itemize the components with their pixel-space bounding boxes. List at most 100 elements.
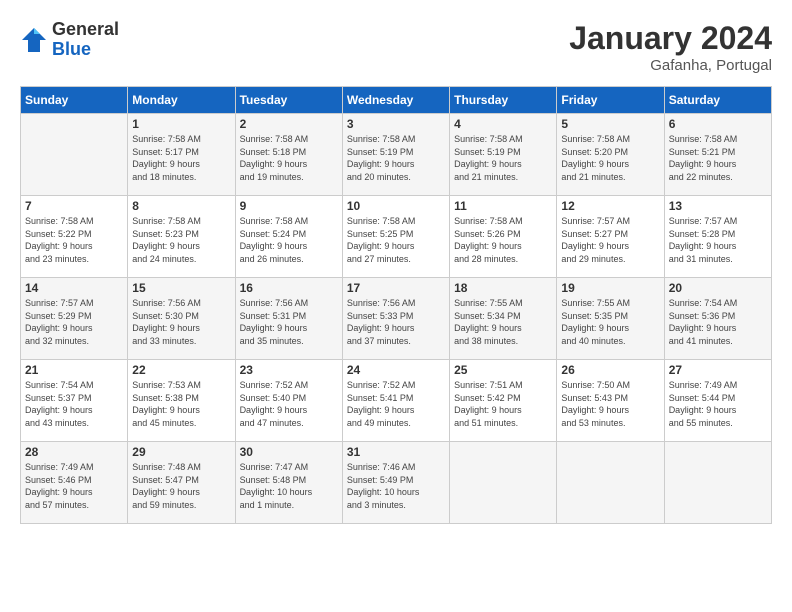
day-cell: 2 Sunrise: 7:58 AM Sunset: 5:18 PM Daylig… — [235, 114, 342, 196]
day-info: Sunrise: 7:56 AM Sunset: 5:30 PM Dayligh… — [132, 297, 230, 347]
calendar-body: 1Sunrise: 7:58 AM Sunset: 5:17 PM Daylig… — [21, 114, 772, 524]
location: Gafanha, Portugal — [569, 57, 772, 74]
col-tuesday: Tuesday — [235, 87, 342, 114]
day-cell: 1Sunrise: 7:58 AM Sunset: 5:17 PM Daylig… — [128, 114, 235, 196]
day-cell: 29Sunrise: 7:48 AM Sunset: 5:47 PM Dayli… — [128, 442, 235, 524]
day-number: 22 — [132, 363, 230, 377]
day-cell: 21 Sunrise: 7:54 AM Sunset: 5:37 PM Dayli… — [21, 360, 128, 442]
day-cell: 15 Sunrise: 7:56 AM Sunset: 5:30 PM Dayli… — [128, 278, 235, 360]
header: General Blue January 2024 Gafanha, Portu… — [20, 20, 772, 74]
day-cell: 18Sunrise: 7:55 AM Sunset: 5:34 PM Dayli… — [450, 278, 557, 360]
day-number: 26 — [561, 363, 659, 377]
col-thursday: Thursday — [450, 87, 557, 114]
day-number: 28 — [25, 445, 123, 459]
logo-blue-text: Blue — [52, 40, 119, 60]
day-info: Sunrise: 7:58 AM Sunset: 5:19 PM Dayligh… — [347, 133, 445, 183]
col-monday: Monday — [128, 87, 235, 114]
day-cell: 5 Sunrise: 7:58 AM Sunset: 5:20 PM Daylig… — [557, 114, 664, 196]
day-info: Sunrise: 7:54 AM Sunset: 5:37 PM Dayligh… — [25, 379, 123, 429]
day-info: Sunrise: 7:53 AM Sunset: 5:38 PM Dayligh… — [132, 379, 230, 429]
day-number: 1 — [132, 117, 230, 131]
day-info: Sunrise: 7:58 AM Sunset: 5:19 PM Dayligh… — [454, 133, 552, 183]
day-number: 11 — [454, 199, 552, 213]
day-info: Sunrise: 7:58 AM Sunset: 5:23 PM Dayligh… — [132, 215, 230, 265]
day-cell: 22 Sunrise: 7:53 AM Sunset: 5:38 PM Dayli… — [128, 360, 235, 442]
day-number: 12 — [561, 199, 659, 213]
day-cell: 27 Sunrise: 7:49 AM Sunset: 5:44 PM Dayli… — [664, 360, 771, 442]
day-cell: 9 Sunrise: 7:58 AM Sunset: 5:24 PM Daylig… — [235, 196, 342, 278]
day-info: Sunrise: 7:58 AM Sunset: 5:25 PM Dayligh… — [347, 215, 445, 265]
day-info: Sunrise: 7:50 AM Sunset: 5:43 PM Dayligh… — [561, 379, 659, 429]
day-number: 23 — [240, 363, 338, 377]
day-cell: 30Sunrise: 7:47 AM Sunset: 5:48 PM Dayli… — [235, 442, 342, 524]
day-cell — [664, 442, 771, 524]
day-number: 15 — [132, 281, 230, 295]
day-cell: 31 Sunrise: 7:46 AM Sunset: 5:49 PM Dayli… — [342, 442, 449, 524]
week-row-3: 14 Sunrise: 7:57 AM Sunset: 5:29 PM Dayli… — [21, 278, 772, 360]
day-cell: 25 Sunrise: 7:51 AM Sunset: 5:42 PM Dayli… — [450, 360, 557, 442]
day-number: 29 — [132, 445, 230, 459]
day-info: Sunrise: 7:57 AM Sunset: 5:28 PM Dayligh… — [669, 215, 767, 265]
day-info: Sunrise: 7:47 AM Sunset: 5:48 PM Dayligh… — [240, 461, 338, 511]
calendar-header: Sunday Monday Tuesday Wednesday Thursday… — [21, 87, 772, 114]
col-friday: Friday — [557, 87, 664, 114]
day-info: Sunrise: 7:58 AM Sunset: 5:18 PM Dayligh… — [240, 133, 338, 183]
day-info: Sunrise: 7:58 AM Sunset: 5:24 PM Dayligh… — [240, 215, 338, 265]
day-cell: 14 Sunrise: 7:57 AM Sunset: 5:29 PM Dayli… — [21, 278, 128, 360]
day-info: Sunrise: 7:46 AM Sunset: 5:49 PM Dayligh… — [347, 461, 445, 511]
day-number: 13 — [669, 199, 767, 213]
day-info: Sunrise: 7:52 AM Sunset: 5:40 PM Dayligh… — [240, 379, 338, 429]
day-number: 27 — [669, 363, 767, 377]
month-title: January 2024 — [569, 20, 772, 57]
day-number: 7 — [25, 199, 123, 213]
day-number: 25 — [454, 363, 552, 377]
day-cell: 26 Sunrise: 7:50 AM Sunset: 5:43 PM Dayli… — [557, 360, 664, 442]
day-cell: 11 Sunrise: 7:58 AM Sunset: 5:26 PM Dayli… — [450, 196, 557, 278]
calendar-table: Sunday Monday Tuesday Wednesday Thursday… — [20, 86, 772, 524]
day-info: Sunrise: 7:56 AM Sunset: 5:31 PM Dayligh… — [240, 297, 338, 347]
page: General Blue January 2024 Gafanha, Portu… — [0, 0, 792, 612]
day-info: Sunrise: 7:58 AM Sunset: 5:26 PM Dayligh… — [454, 215, 552, 265]
logo-general-text: General — [52, 20, 119, 40]
day-cell: 13 Sunrise: 7:57 AM Sunset: 5:28 PM Dayli… — [664, 196, 771, 278]
col-wednesday: Wednesday — [342, 87, 449, 114]
day-cell: 28 Sunrise: 7:49 AM Sunset: 5:46 PM Dayli… — [21, 442, 128, 524]
day-info: Sunrise: 7:49 AM Sunset: 5:44 PM Dayligh… — [669, 379, 767, 429]
day-info: Sunrise: 7:57 AM Sunset: 5:27 PM Dayligh… — [561, 215, 659, 265]
day-cell — [557, 442, 664, 524]
day-number: 5 — [561, 117, 659, 131]
week-row-2: 7 Sunrise: 7:58 AM Sunset: 5:22 PM Daylig… — [21, 196, 772, 278]
title-block: January 2024 Gafanha, Portugal — [569, 20, 772, 74]
day-cell: 23 Sunrise: 7:52 AM Sunset: 5:40 PM Dayli… — [235, 360, 342, 442]
day-info: Sunrise: 7:54 AM Sunset: 5:36 PM Dayligh… — [669, 297, 767, 347]
logo: General Blue — [20, 20, 119, 60]
day-cell: 4 Sunrise: 7:58 AM Sunset: 5:19 PM Daylig… — [450, 114, 557, 196]
day-cell: 20 Sunrise: 7:54 AM Sunset: 5:36 PM Dayli… — [664, 278, 771, 360]
day-number: 31 — [347, 445, 445, 459]
day-number: 10 — [347, 199, 445, 213]
day-number: 4 — [454, 117, 552, 131]
day-info: Sunrise: 7:49 AM Sunset: 5:46 PM Dayligh… — [25, 461, 123, 511]
day-cell: 6Sunrise: 7:58 AM Sunset: 5:21 PM Daylig… — [664, 114, 771, 196]
day-number: 14 — [25, 281, 123, 295]
day-number: 2 — [240, 117, 338, 131]
day-number: 9 — [240, 199, 338, 213]
day-info: Sunrise: 7:55 AM Sunset: 5:34 PM Dayligh… — [454, 297, 552, 347]
day-cell — [21, 114, 128, 196]
logo-icon — [20, 26, 48, 54]
day-number: 3 — [347, 117, 445, 131]
day-cell: 10 Sunrise: 7:58 AM Sunset: 5:25 PM Dayli… — [342, 196, 449, 278]
day-number: 20 — [669, 281, 767, 295]
day-cell — [450, 442, 557, 524]
day-info: Sunrise: 7:57 AM Sunset: 5:29 PM Dayligh… — [25, 297, 123, 347]
day-info: Sunrise: 7:58 AM Sunset: 5:20 PM Dayligh… — [561, 133, 659, 183]
day-info: Sunrise: 7:51 AM Sunset: 5:42 PM Dayligh… — [454, 379, 552, 429]
day-cell: 7 Sunrise: 7:58 AM Sunset: 5:22 PM Daylig… — [21, 196, 128, 278]
day-cell: 8Sunrise: 7:58 AM Sunset: 5:23 PM Daylig… — [128, 196, 235, 278]
day-number: 21 — [25, 363, 123, 377]
col-saturday: Saturday — [664, 87, 771, 114]
day-cell: 24Sunrise: 7:52 AM Sunset: 5:41 PM Dayli… — [342, 360, 449, 442]
day-number: 6 — [669, 117, 767, 131]
col-sunday: Sunday — [21, 87, 128, 114]
day-info: Sunrise: 7:58 AM Sunset: 5:22 PM Dayligh… — [25, 215, 123, 265]
